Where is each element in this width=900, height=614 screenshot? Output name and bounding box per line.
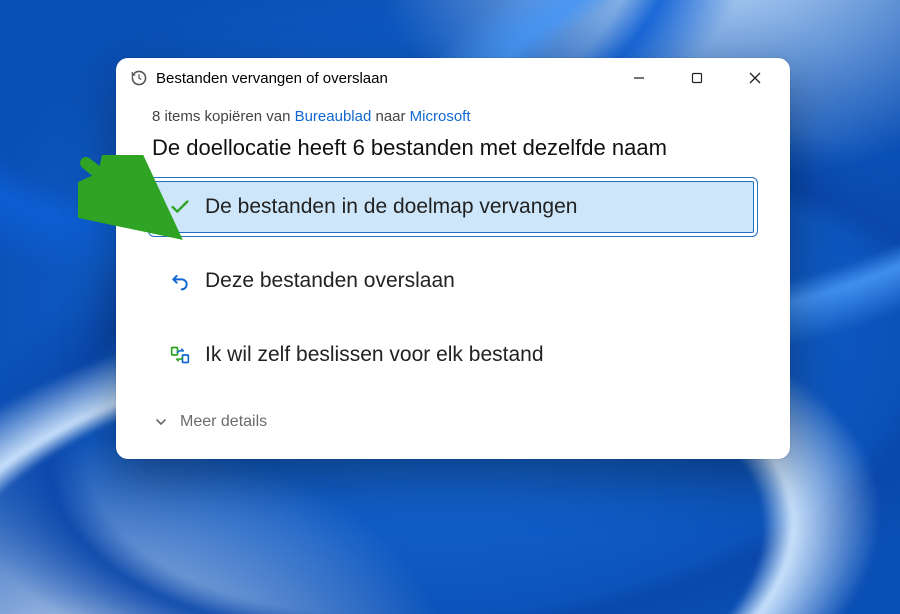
- source-link[interactable]: Bureaublad: [295, 108, 372, 125]
- file-conflict-dialog: Bestanden vervangen of overslaan 8 items…: [116, 58, 790, 459]
- option-replace[interactable]: De bestanden in de doelmap vervangen: [152, 181, 754, 233]
- copy-status-line: 8 items kopiëren van Bureaublad naar Mic…: [152, 108, 754, 125]
- compare-icon: [169, 344, 191, 366]
- chevron-down-icon: [154, 415, 168, 429]
- option-decide-label: Ik wil zelf beslissen voor elk bestand: [205, 343, 544, 367]
- option-decide[interactable]: Ik wil zelf beslissen voor elk bestand: [152, 329, 754, 381]
- option-replace-label: De bestanden in de doelmap vervangen: [205, 195, 577, 219]
- close-button[interactable]: [726, 58, 784, 98]
- minimize-button[interactable]: [610, 58, 668, 98]
- more-details-toggle[interactable]: Meer details: [152, 403, 754, 447]
- maximize-button[interactable]: [668, 58, 726, 98]
- status-middle: naar: [371, 108, 409, 125]
- destination-link[interactable]: Microsoft: [410, 108, 471, 125]
- window-title: Bestanden vervangen of overslaan: [156, 70, 388, 87]
- desktop-wallpaper: Bestanden vervangen of overslaan 8 items…: [0, 0, 900, 614]
- option-skip-label: Deze bestanden overslaan: [205, 269, 455, 293]
- window-controls: [610, 58, 784, 98]
- option-skip[interactable]: Deze bestanden overslaan: [152, 255, 754, 307]
- status-prefix: 8 items kopiëren van: [152, 108, 295, 125]
- check-icon: [169, 196, 191, 218]
- undo-icon: [169, 270, 191, 292]
- conflict-heading: De doellocatie heeft 6 bestanden met dez…: [152, 135, 754, 161]
- history-icon: [130, 69, 148, 87]
- titlebar: Bestanden vervangen of overslaan: [116, 58, 790, 98]
- more-details-label: Meer details: [180, 413, 267, 431]
